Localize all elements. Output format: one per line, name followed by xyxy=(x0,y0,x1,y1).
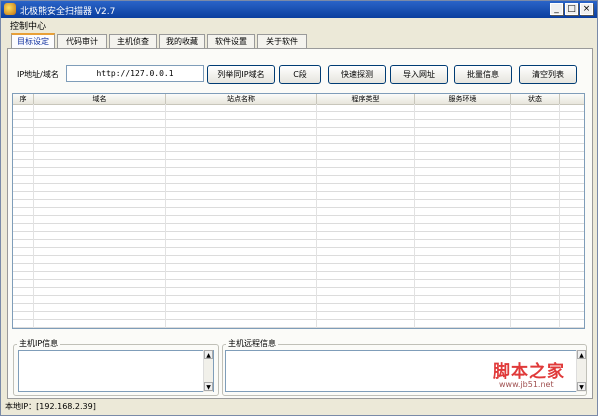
tab-software-settings[interactable]: 软件设置 xyxy=(207,34,255,48)
column-divider xyxy=(316,104,317,328)
menu-control-center[interactable]: 控制中心 xyxy=(10,19,46,32)
results-table[interactable]: 序 域名 站点名称 程序类型 服务环境 状态 xyxy=(12,93,585,329)
watermark-text: 脚本之家 xyxy=(493,362,565,382)
import-urls-button[interactable]: 导入网址 xyxy=(390,65,448,84)
column-divider xyxy=(165,104,166,328)
table-header: 序 域名 站点名称 程序类型 服务环境 状态 xyxy=(13,94,584,105)
app-window: 北极熊安全扫描器 V2.7 _ □ × 控制中心 目标设定 代码审计 主机侦查 … xyxy=(0,0,598,416)
column-divider xyxy=(414,104,415,328)
batch-info-button[interactable]: 批量信息 xyxy=(454,65,512,84)
bear-app-icon xyxy=(4,3,16,15)
minimize-button[interactable]: _ xyxy=(550,3,563,15)
site-watermark: 脚本之家 www.jb51.net xyxy=(493,357,583,397)
host-ip-info-textarea[interactable] xyxy=(18,350,214,392)
tab-about[interactable]: 关于软件 xyxy=(257,34,307,48)
scroll-up-arrow-icon[interactable]: ▲ xyxy=(204,350,213,359)
list-same-ip-domains-button[interactable]: 列举同IP域名 xyxy=(207,65,275,84)
quick-probe-button[interactable]: 快速探测 xyxy=(328,65,386,84)
column-server-env[interactable]: 服务环境 xyxy=(415,94,511,104)
host-ip-info-label: 主机IP信息 xyxy=(17,338,61,349)
ip-domain-label: IP地址/域名 xyxy=(17,70,59,79)
close-button[interactable]: × xyxy=(580,3,593,15)
local-ip-status: 本地IP：[192.168.2.39] xyxy=(5,402,96,411)
column-divider xyxy=(510,104,511,328)
c-segment-button[interactable]: C段 xyxy=(279,65,321,84)
ip-domain-input[interactable]: http://127.0.0.1 xyxy=(66,65,204,82)
column-divider xyxy=(33,104,34,328)
title-bar[interactable]: 北极熊安全扫描器 V2.7 _ □ × xyxy=(1,1,597,18)
column-index[interactable]: 序 xyxy=(13,94,34,104)
host-remote-info-label: 主机远程信息 xyxy=(226,338,278,349)
column-divider xyxy=(559,104,560,328)
watermark-url: www.jb51.net xyxy=(499,380,554,389)
column-site-name[interactable]: 站点名称 xyxy=(166,94,317,104)
scroll-down-arrow-icon[interactable]: ▼ xyxy=(204,382,213,391)
column-status[interactable]: 状态 xyxy=(511,94,560,104)
column-domain[interactable]: 域名 xyxy=(34,94,166,104)
tab-target-settings[interactable]: 目标设定 xyxy=(11,33,55,49)
status-bar: 本地IP：[192.168.2.39] xyxy=(1,400,597,415)
tab-code-audit[interactable]: 代码审计 xyxy=(57,34,107,48)
column-program-type[interactable]: 程序类型 xyxy=(317,94,415,104)
tab-favorites[interactable]: 我的收藏 xyxy=(159,34,205,48)
clear-list-button[interactable]: 清空列表 xyxy=(519,65,577,84)
menu-bar: 控制中心 xyxy=(1,18,597,32)
maximize-button[interactable]: □ xyxy=(565,3,578,15)
host-ip-info-scrollbar[interactable]: ▲ ▼ xyxy=(203,350,213,392)
tab-host-recon[interactable]: 主机侦查 xyxy=(109,34,157,48)
window-title: 北极熊安全扫描器 V2.7 xyxy=(20,7,116,17)
